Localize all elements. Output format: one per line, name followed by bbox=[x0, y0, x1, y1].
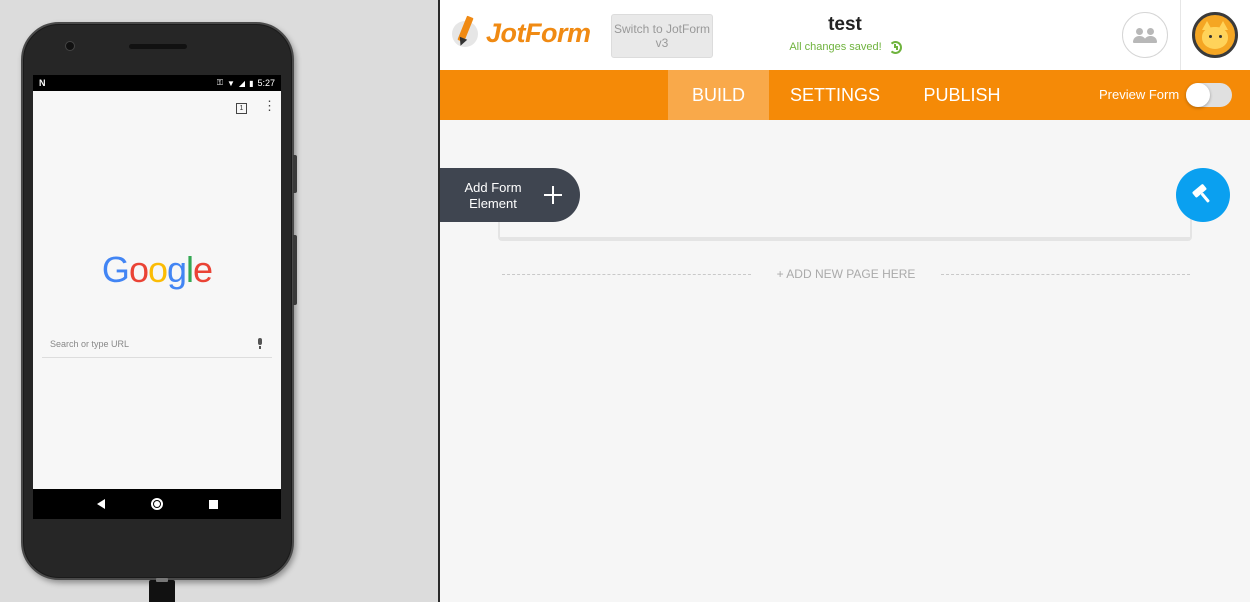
phone-camera bbox=[65, 41, 75, 51]
form-designer-button[interactable] bbox=[1176, 168, 1230, 222]
chrome-menu-icon[interactable]: ⋮ bbox=[263, 99, 276, 112]
topbar-separator bbox=[1180, 0, 1181, 70]
jotform-pencil-icon bbox=[452, 15, 482, 50]
add-new-page-link[interactable]: + ADD NEW PAGE HERE bbox=[751, 267, 942, 281]
save-status: All changes saved! bbox=[740, 40, 950, 54]
assign-form-button[interactable] bbox=[1122, 12, 1168, 58]
paint-roller-icon bbox=[1192, 184, 1210, 203]
phone-screen: N ⚿ ▼ ◢ ▮ 5:27 1 ⋮ Google bbox=[33, 75, 281, 519]
chrome-new-tab-page: 1 ⋮ Google bbox=[33, 91, 281, 489]
microphone-icon[interactable] bbox=[256, 338, 264, 350]
tab-publish[interactable]: PUBLISH bbox=[915, 70, 1009, 120]
preview-form-label: Preview Form bbox=[1099, 87, 1180, 102]
signal-icon: ◢ bbox=[238, 78, 246, 88]
recent-apps-icon[interactable] bbox=[208, 499, 218, 509]
plus-icon bbox=[544, 186, 562, 204]
tab-switcher-button[interactable]: 1 bbox=[236, 103, 247, 114]
form-title[interactable]: test bbox=[740, 14, 950, 36]
revision-history-icon[interactable] bbox=[888, 40, 902, 54]
top-bar: JotForm Switch to JotForm v3 test All ch… bbox=[440, 0, 1250, 70]
status-icons: ⚿ ▼ ◢ ▮ 5:27 bbox=[217, 78, 275, 88]
status-time: 5:27 bbox=[257, 78, 275, 88]
key-icon: ⚿ bbox=[216, 78, 223, 87]
add-form-element-button[interactable]: Add Form Element bbox=[440, 168, 580, 222]
back-icon[interactable] bbox=[96, 499, 105, 509]
form-canvas-card bbox=[498, 200, 1192, 241]
wifi-icon: ▼ bbox=[226, 78, 235, 88]
toggle-knob bbox=[1186, 83, 1210, 107]
tab-settings[interactable]: SETTINGS bbox=[784, 70, 886, 120]
builder-nav: BUILD SETTINGS PUBLISH Preview Form bbox=[440, 70, 1250, 120]
battery-icon: ▮ bbox=[249, 78, 254, 88]
save-status-text: All changes saved! bbox=[789, 40, 882, 53]
phone-power-button bbox=[293, 155, 297, 193]
jotform-logo[interactable]: JotForm bbox=[452, 15, 591, 50]
usb-cable bbox=[149, 578, 175, 602]
android-status-bar: N ⚿ ▼ ◢ ▮ 5:27 bbox=[33, 75, 281, 91]
home-icon[interactable] bbox=[150, 498, 163, 510]
form-builder-pane: JotForm Switch to JotForm v3 test All ch… bbox=[440, 0, 1250, 602]
phone-speaker bbox=[129, 44, 187, 49]
preview-form-toggle[interactable] bbox=[1186, 83, 1232, 107]
dashed-line-right bbox=[941, 273, 1190, 275]
device-preview-pane: N ⚿ ▼ ◢ ▮ 5:27 1 ⋮ Google bbox=[0, 0, 438, 602]
user-avatar[interactable] bbox=[1192, 12, 1238, 58]
notification-icon: N bbox=[39, 78, 46, 88]
add-element-label: Add Form Element bbox=[464, 180, 522, 211]
switch-to-v3-button[interactable]: Switch to JotForm v3 bbox=[611, 14, 713, 58]
logo-text: JotForm bbox=[486, 17, 591, 48]
google-logo: Google bbox=[101, 249, 213, 290]
add-new-page-row: + ADD NEW PAGE HERE bbox=[502, 266, 1190, 282]
phone-volume-button bbox=[293, 235, 297, 305]
android-nav-bar bbox=[33, 489, 281, 519]
dashed-line-left bbox=[502, 273, 751, 275]
search-input[interactable] bbox=[42, 339, 242, 349]
users-icon bbox=[1133, 27, 1157, 43]
omnibox bbox=[42, 331, 272, 358]
tab-build[interactable]: BUILD bbox=[668, 70, 769, 120]
